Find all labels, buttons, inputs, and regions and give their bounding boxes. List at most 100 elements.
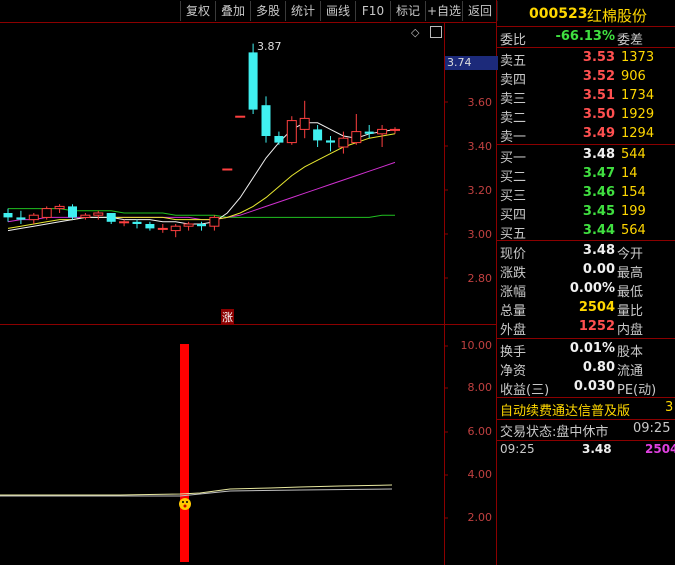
ask-row-label: 卖二 — [500, 111, 527, 126]
ask-row-label: 卖三 — [500, 92, 527, 107]
ask-row-volume: 1929 — [621, 107, 655, 122]
fund-row-label: 换手 — [500, 345, 527, 360]
stat-row: 涨跌 0.00 最高 — [497, 261, 675, 281]
draw-line-button[interactable]: 画线 — [320, 1, 356, 21]
statistics-button[interactable]: 统计 — [285, 1, 321, 21]
ask-row-volume: 1734 — [621, 88, 655, 103]
stat-row-label: 涨跌 — [500, 266, 527, 281]
chart-toolbar: 复权 叠加 多股 统计 画线 F10 标记 +自选 返回 — [0, 0, 498, 22]
back-button[interactable]: 返回 — [462, 1, 498, 21]
bid-row-label: 买四 — [500, 208, 527, 223]
stat-row: 涨幅 0.00% 最低 — [497, 280, 675, 300]
bid-row-value: 3.47 — [582, 166, 615, 181]
stat-row: 总量 2504 量比 — [497, 299, 675, 319]
candlestick-chart[interactable] — [0, 23, 444, 323]
indicator-tick: 10.00 — [460, 339, 493, 352]
tick-row: 09:25 3.48 2504 — [497, 441, 675, 460]
candle-body — [286, 120, 297, 144]
multi-stock-button[interactable]: 多股 — [250, 1, 286, 21]
ask-row-label: 卖五 — [500, 54, 527, 69]
candle-body — [80, 214, 91, 218]
candle-body — [377, 128, 388, 135]
bid-row: 买一 3.48 544 — [497, 146, 675, 166]
stat-row-label: 总量 — [500, 304, 527, 319]
stat-row-label: 外盘 — [500, 323, 527, 338]
fund-row-right-label: 股本 — [617, 345, 644, 360]
ma-green-line — [8, 208, 395, 218]
fund-row-label: 净资 — [500, 364, 527, 379]
ask-row-label: 卖四 — [500, 73, 527, 88]
bid-row-value: 3.45 — [582, 204, 615, 219]
candle-body — [390, 128, 400, 131]
candle-body — [183, 223, 194, 227]
smiley-icon — [179, 498, 191, 510]
f10-button[interactable]: F10 — [355, 1, 391, 21]
mark-button[interactable]: 标记 — [390, 1, 426, 21]
bid-row-label: 买二 — [500, 170, 527, 185]
ask-row: 卖二 3.50 1929 — [497, 106, 675, 126]
bid-row-value: 3.44 — [582, 223, 615, 238]
bid-row: 买四 3.45 199 — [497, 203, 675, 223]
promo-row[interactable]: 自动续费通达信普及版 3 — [497, 399, 675, 419]
zhang-marker: 涨 — [221, 309, 234, 325]
candle-body — [3, 213, 13, 218]
candle-body — [157, 227, 168, 230]
ask-row-value: 3.49 — [582, 126, 615, 141]
candle-body — [197, 224, 206, 227]
trade-status: 交易状态:盘中休市 — [500, 425, 609, 440]
candle-body — [93, 212, 104, 216]
bid-row-volume: 154 — [621, 185, 646, 200]
candle-body — [119, 221, 130, 224]
promo-text[interactable]: 自动续费通达信普及版 — [500, 400, 630, 419]
bid-row-volume: 14 — [621, 166, 638, 181]
stat-row: 现价 3.48 今开 — [497, 242, 675, 262]
promo-tail: 3 — [665, 400, 674, 415]
ask-row-value: 3.50 — [582, 107, 615, 122]
fund-row: 收益(三) 0.030 PE(动) — [497, 378, 675, 398]
fund-row-label: 收益(三) — [500, 383, 550, 398]
ask-row: 卖一 3.49 1294 — [497, 125, 675, 145]
stock-name: 红棉股份 — [587, 7, 648, 25]
price-tick: 3.20 — [467, 184, 493, 197]
tick-time: 09:25 — [500, 442, 535, 456]
candle-body — [106, 213, 116, 222]
candle-body — [235, 115, 246, 118]
indicator-tick: 2.00 — [467, 511, 493, 524]
stat-row-value: 3.48 — [582, 243, 615, 258]
candle-body — [54, 205, 65, 210]
tick-price: 3.48 — [582, 442, 612, 456]
price-tick: 2.80 — [467, 272, 493, 285]
candle-body — [364, 131, 374, 134]
weibi-value: -66.13% — [555, 29, 615, 44]
ask-row-value: 3.52 — [582, 69, 615, 84]
indicator-tick: 4.00 — [467, 468, 493, 481]
price-tick: 3.40 — [467, 140, 493, 153]
candle-body — [261, 105, 271, 136]
signal-bar — [180, 344, 189, 562]
add-favorite-button[interactable]: +自选 — [425, 1, 463, 21]
ask-row-value: 3.53 — [582, 50, 615, 65]
fund-row-right-label: PE(动) — [617, 383, 657, 398]
weibi-label: 委比 — [500, 33, 527, 48]
overlay-button[interactable]: 叠加 — [215, 1, 251, 21]
candle-body — [41, 208, 52, 218]
candle-body — [326, 140, 335, 143]
tick-volume: 2504 — [645, 442, 675, 456]
fund-row: 换手 0.01% 股本 — [497, 340, 675, 360]
weicha-label: 委差 — [617, 33, 644, 48]
fund-row-value: 0.030 — [573, 379, 615, 394]
axis-ticks — [444, 101, 448, 519]
candle-body — [299, 117, 310, 130]
ask-row-value: 3.51 — [582, 88, 615, 103]
stock-header: 000523 红棉股份 — [497, 0, 675, 26]
stat-row-value: 1252 — [578, 319, 615, 334]
trade-time: 09:25 — [633, 421, 671, 436]
stat-row-right-label: 量比 — [617, 304, 644, 319]
bid-row: 买五 3.44 564 — [497, 222, 675, 242]
candle-body — [274, 136, 284, 143]
bid-row: 买三 3.46 154 — [497, 184, 675, 204]
fuquan-button[interactable]: 复权 — [180, 1, 216, 21]
candle-body — [222, 168, 233, 171]
indicator-chart[interactable] — [0, 325, 444, 565]
ask-row-volume: 906 — [621, 69, 646, 84]
